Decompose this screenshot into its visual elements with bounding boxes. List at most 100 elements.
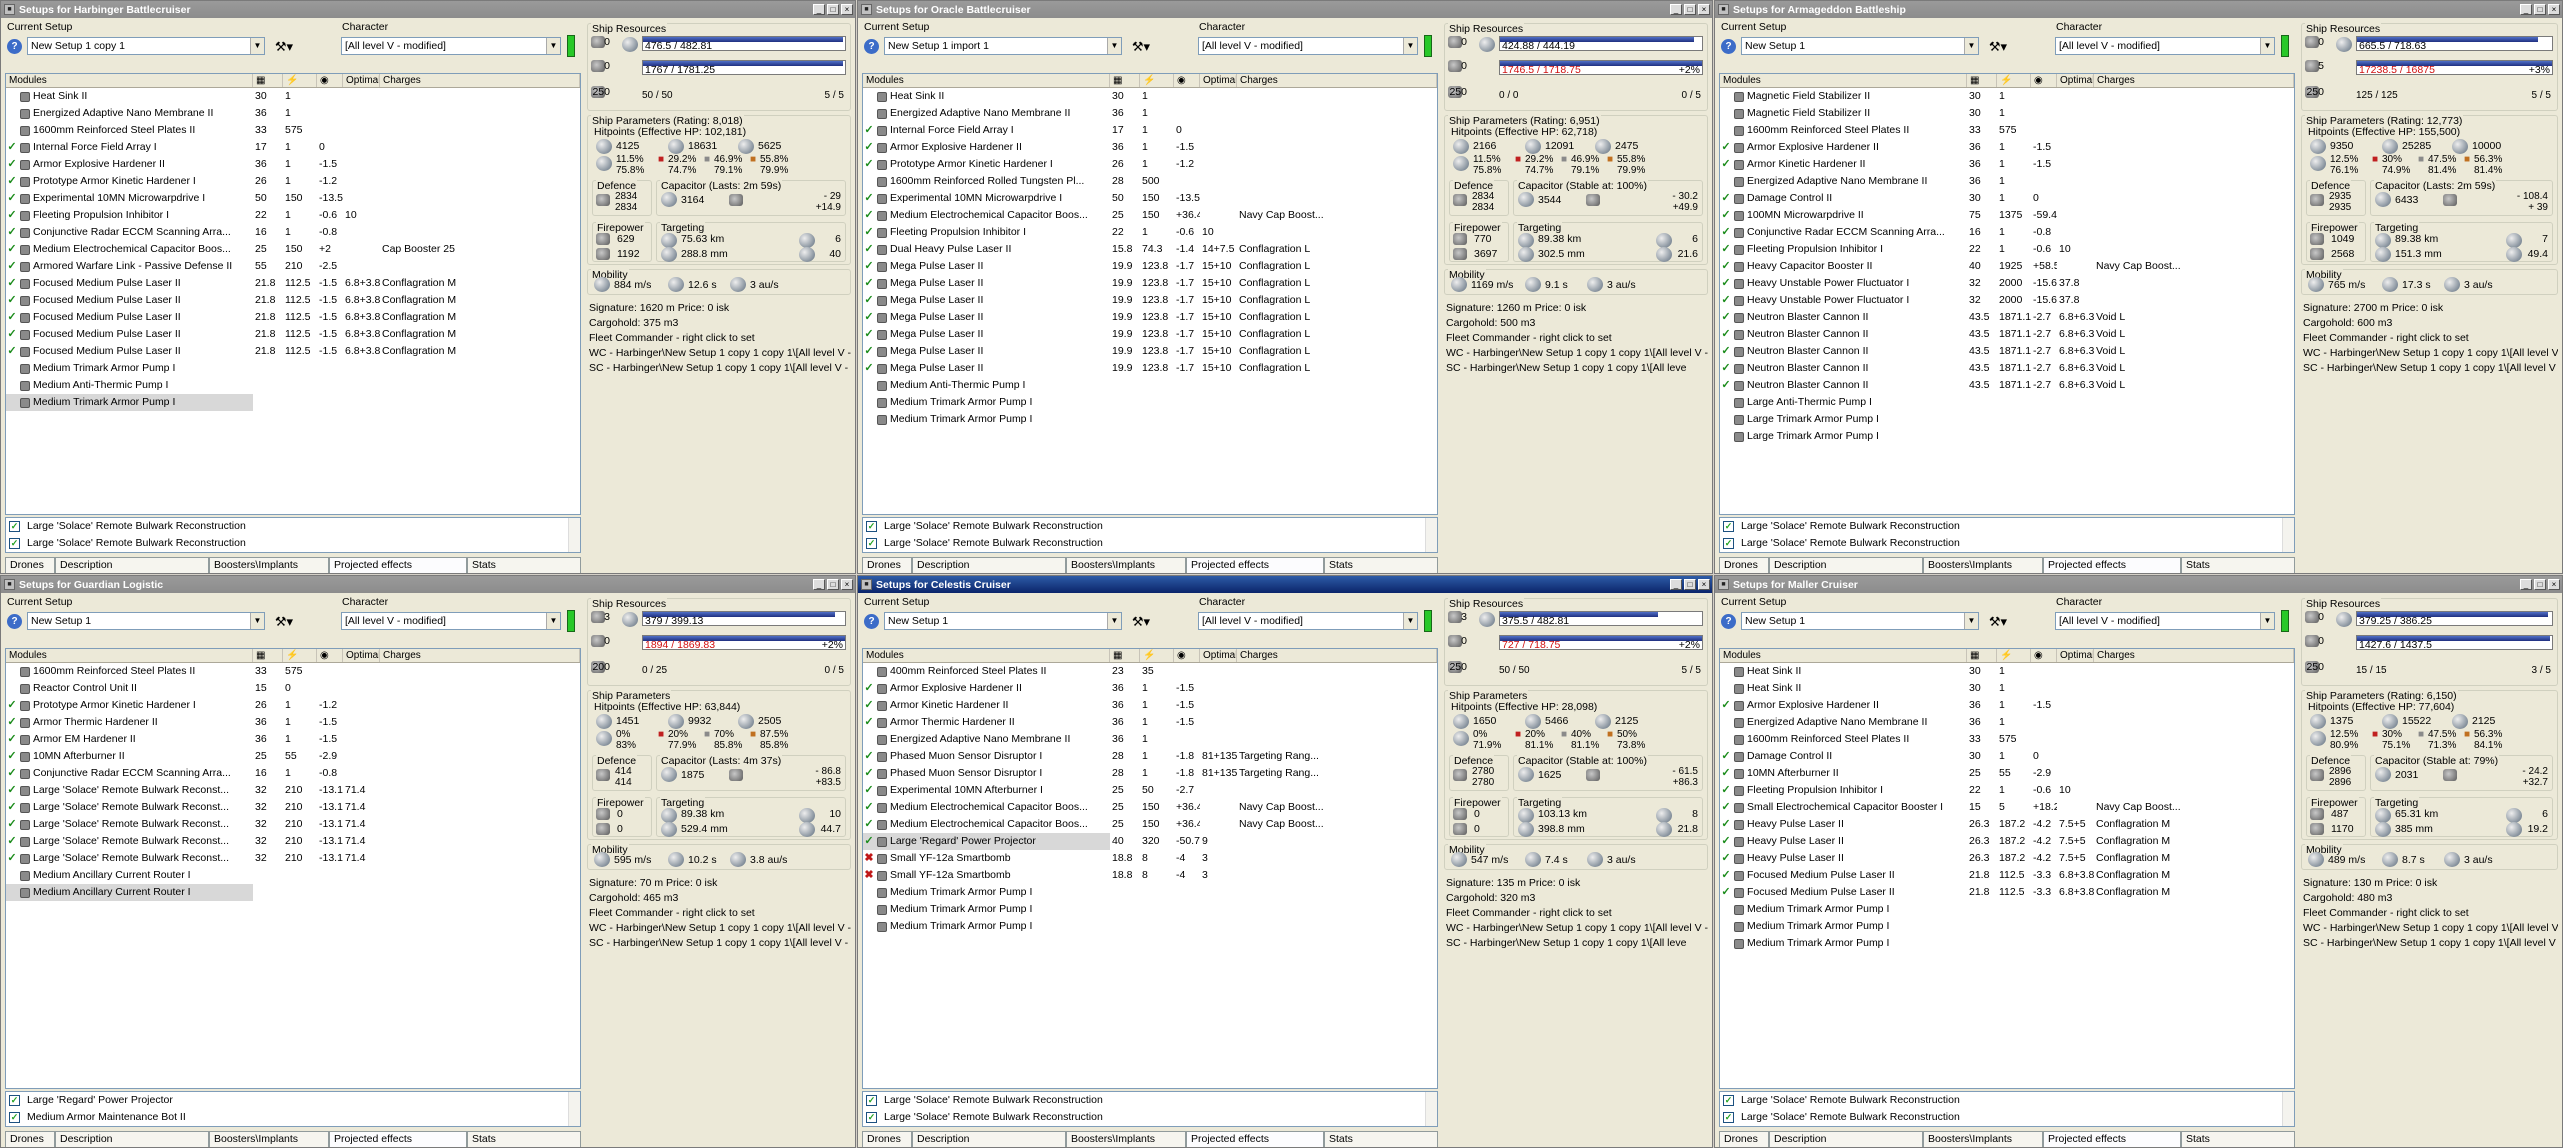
tab-drones[interactable]: Drones: [1719, 1131, 1769, 1147]
module-row[interactable]: ✓ Internal Force Field Array I 17 1 0: [863, 122, 1437, 139]
col-charges[interactable]: Charges: [2094, 649, 2294, 662]
help-icon[interactable]: ?: [7, 39, 22, 54]
active-check-icon[interactable]: ✓: [6, 207, 18, 224]
checkbox[interactable]: ✓: [1723, 1095, 1734, 1106]
module-row[interactable]: ·1600mm Reinforced Steel Plates II33575: [1720, 731, 2294, 748]
module-row[interactable]: ✓ Large 'Regard' Power Projector 40 320 -50.…: [863, 833, 1437, 850]
col-modules[interactable]: Modules: [1720, 74, 1967, 87]
module-row[interactable]: ✓ Armor Explosive Hardener II 36 1 -1.5: [863, 680, 1437, 697]
active-check-icon[interactable]: ✓: [1720, 309, 1732, 326]
projected-item[interactable]: ✓ Large 'Solace' Remote Bulwark Reconstru…: [863, 535, 1437, 552]
module-row[interactable]: ·Energized Adaptive Nano Membrane II361: [6, 105, 580, 122]
checkbox[interactable]: ✓: [9, 1112, 20, 1123]
projected-item[interactable]: ✓ Large 'Solace' Remote Bulwark Reconstru…: [1720, 518, 2294, 535]
active-check-icon[interactable]: ✓: [863, 224, 875, 241]
passive-icon[interactable]: ·: [863, 173, 875, 190]
module-row[interactable]: ✓ Medium Electrochemical Capacitor Boos..…: [863, 799, 1437, 816]
squad-commander[interactable]: SC - Harbinger\New Setup 1 copy 1 copy 1…: [589, 362, 851, 375]
projected-item[interactable]: ✓ Large 'Solace' Remote Bulwark Reconstru…: [863, 1092, 1437, 1109]
col-charges[interactable]: Charges: [1237, 74, 1437, 87]
active-check-icon[interactable]: ✓: [863, 309, 875, 326]
fleet-commander[interactable]: Fleet Commander - right click to set: [1446, 907, 1612, 920]
active-check-icon[interactable]: ✓: [6, 190, 18, 207]
module-row[interactable]: ✓ Focused Medium Pulse Laser II 21.8 112.5-…: [6, 309, 580, 326]
col-optimal[interactable]: Optimal: [1200, 74, 1237, 87]
tab-boosters-implants[interactable]: Boosters\Implants: [1923, 557, 2043, 573]
col-modules[interactable]: Modules: [6, 649, 253, 662]
active-check-icon[interactable]: ✓: [6, 816, 18, 833]
module-row[interactable]: ·Energized Adaptive Nano Membrane II361: [1720, 714, 2294, 731]
wing-commander[interactable]: WC - Harbinger\New Setup 1 copy 1 copy 1…: [2303, 922, 2558, 935]
scrollbar[interactable]: [1425, 1092, 1437, 1126]
tab-drones[interactable]: Drones: [862, 557, 912, 573]
passive-icon[interactable]: ·: [863, 105, 875, 122]
module-row[interactable]: ✓ Focused Medium Pulse Laser II 21.8 112.5-…: [1720, 884, 2294, 901]
module-row[interactable]: ✓ Fleeting Propulsion Inhibitor I 22 1 -0.6 1…: [1720, 782, 2294, 799]
module-row[interactable]: ✓ Experimental 10MN Afterburner I 25 50 -2.7: [863, 782, 1437, 799]
module-row[interactable]: ✓ Damage Control II 30 1 0: [1720, 190, 2294, 207]
fleet-commander[interactable]: Fleet Commander - right click to set: [589, 332, 755, 345]
checkbox[interactable]: ✓: [1723, 521, 1734, 532]
active-check-icon[interactable]: ✓: [6, 173, 18, 190]
close-button[interactable]: ×: [1698, 4, 1710, 15]
passive-icon[interactable]: ·: [1720, 88, 1732, 105]
fleet-commander[interactable]: Fleet Commander - right click to set: [2303, 332, 2469, 345]
setup-select[interactable]: New Setup 1 copy 1 ▼: [27, 37, 265, 55]
active-check-icon[interactable]: ✓: [6, 309, 18, 326]
scrollbar[interactable]: [568, 1092, 580, 1126]
offline-x-icon[interactable]: ✖: [863, 867, 875, 884]
module-row[interactable]: ·Energized Adaptive Nano Membrane II361: [863, 105, 1437, 122]
active-check-icon[interactable]: ✓: [1720, 377, 1732, 394]
passive-icon[interactable]: ·: [6, 663, 18, 680]
active-check-icon[interactable]: ✓: [1720, 241, 1732, 258]
active-check-icon[interactable]: ✓: [1720, 258, 1732, 275]
tab-stats[interactable]: Stats: [1324, 557, 1438, 573]
active-check-icon[interactable]: ✓: [6, 292, 18, 309]
col-grid-icon[interactable]: ⚡: [1140, 74, 1174, 87]
module-row[interactable]: ✓ Heavy Unstable Power Fluctuator I 32 2000…: [1720, 292, 2294, 309]
module-row[interactable]: ✓ Large 'Solace' Remote Bulwark Reconst..…: [6, 850, 580, 867]
character-select[interactable]: [All level V - modified] ▼: [1198, 612, 1418, 630]
active-check-icon[interactable]: ✓: [1720, 156, 1732, 173]
passive-icon[interactable]: ·: [6, 377, 18, 394]
module-row[interactable]: ✓ Mega Pulse Laser II 19.9 123.8 -1.7 15+10 Co…: [863, 343, 1437, 360]
module-row[interactable]: ✓ Prototype Armor Kinetic Hardener I 26 1 -1…: [6, 697, 580, 714]
module-row[interactable]: ✓ Mega Pulse Laser II 19.9 123.8 -1.7 15+10 Co…: [863, 360, 1437, 377]
tab-drones[interactable]: Drones: [5, 1131, 55, 1147]
help-icon[interactable]: ?: [7, 614, 22, 629]
module-row[interactable]: ✓ Armor Explosive Hardener II 36 1 -1.5: [863, 139, 1437, 156]
fleet-commander[interactable]: Fleet Commander - right click to set: [2303, 907, 2469, 920]
module-row[interactable]: ✓ Heavy Pulse Laser II 26.3 187.2 -4.2 7.5+5 C…: [1720, 816, 2294, 833]
tab-projected-effects[interactable]: Projected effects: [1186, 557, 1324, 573]
module-row[interactable]: ✓ Conjunctive Radar ECCM Scanning Arra...…: [6, 224, 580, 241]
wing-commander[interactable]: WC - Harbinger\New Setup 1 copy 1 copy 1…: [2303, 347, 2558, 360]
passive-icon[interactable]: ·: [1720, 428, 1732, 445]
col-cpu-icon[interactable]: ▦: [253, 649, 283, 662]
title-bar[interactable]: ■ Setups for Harbinger Battlecruiser _ □…: [1, 1, 855, 18]
checkbox[interactable]: ✓: [866, 538, 877, 549]
tools-icon[interactable]: ⚒▾: [1128, 38, 1154, 55]
passive-icon[interactable]: ·: [863, 394, 875, 411]
active-check-icon[interactable]: ✓: [863, 122, 875, 139]
passive-icon[interactable]: ·: [1720, 122, 1732, 139]
wing-commander[interactable]: WC - Harbinger\New Setup 1 copy 1 copy 1…: [1446, 347, 1708, 360]
module-row[interactable]: ·Medium Trimark Armor Pump I: [863, 901, 1437, 918]
tab-drones[interactable]: Drones: [5, 557, 55, 573]
passive-icon[interactable]: ·: [1720, 663, 1732, 680]
tab-stats[interactable]: Stats: [467, 557, 581, 573]
module-row[interactable]: ✓ Mega Pulse Laser II 19.9 123.8 -1.7 15+10 Co…: [863, 275, 1437, 292]
help-icon[interactable]: ?: [1721, 614, 1736, 629]
help-icon[interactable]: ?: [1721, 39, 1736, 54]
col-optimal[interactable]: Optimal: [1200, 649, 1237, 662]
module-row[interactable]: ·Medium Trimark Armor Pump I: [1720, 935, 2294, 952]
tab-boosters-implants[interactable]: Boosters\Implants: [209, 1131, 329, 1147]
active-check-icon[interactable]: ✓: [863, 360, 875, 377]
tab-stats[interactable]: Stats: [2181, 557, 2295, 573]
module-row[interactable]: ✓ Medium Electrochemical Capacitor Boos..…: [863, 207, 1437, 224]
close-button[interactable]: ×: [2548, 4, 2560, 15]
module-row[interactable]: ✓ Armored Warfare Link - Passive Defense …: [6, 258, 580, 275]
minimize-button[interactable]: _: [813, 4, 825, 15]
passive-icon[interactable]: ·: [863, 88, 875, 105]
active-check-icon[interactable]: ✓: [863, 833, 875, 850]
active-check-icon[interactable]: ✓: [6, 258, 18, 275]
